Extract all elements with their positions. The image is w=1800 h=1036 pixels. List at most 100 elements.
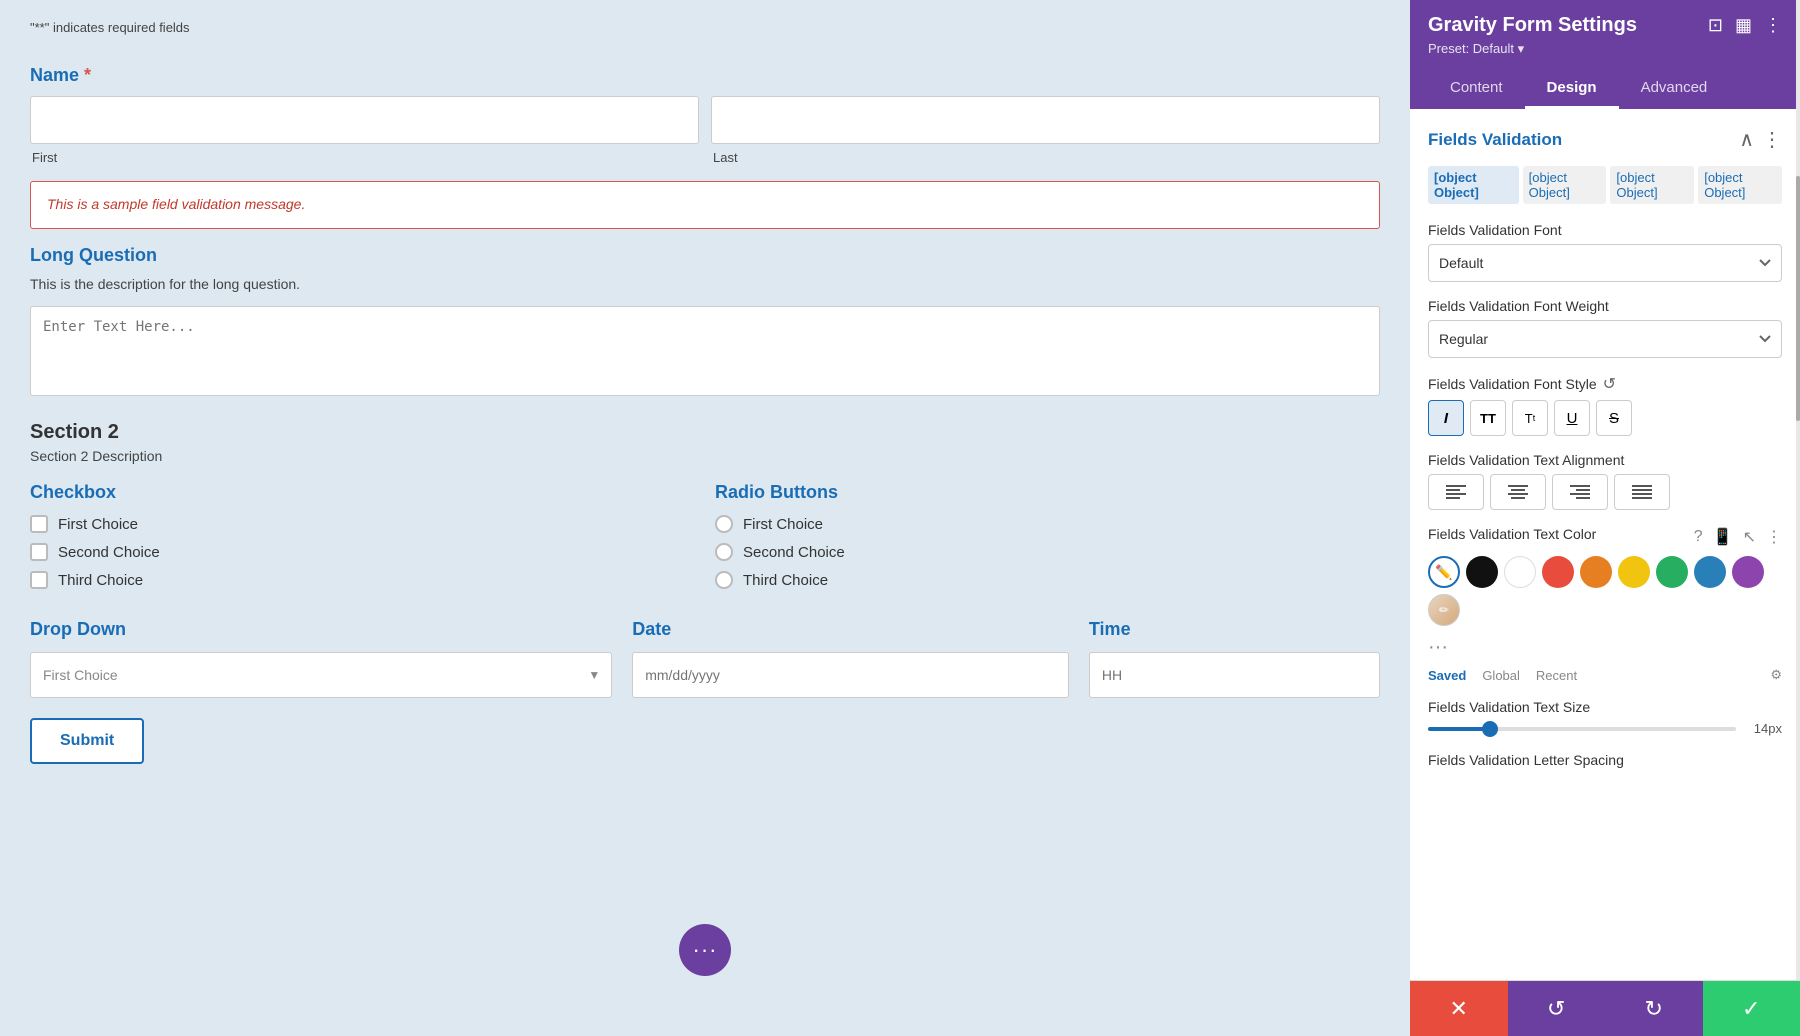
radio-item-2[interactable]: Second Choice: [715, 543, 1380, 561]
scrollbar-track: [1796, 0, 1800, 980]
text-size-slider-thumb[interactable]: [1482, 721, 1498, 737]
color-swatch-yellow[interactable]: [1618, 556, 1650, 588]
dropdown-label: Drop Down: [30, 619, 612, 640]
color-swatch-pencil[interactable]: ✏️: [1428, 556, 1460, 588]
strikethrough-btn[interactable]: S: [1596, 400, 1632, 436]
italic-btn[interactable]: I: [1428, 400, 1464, 436]
font-select[interactable]: Default Arial Georgia: [1428, 244, 1782, 282]
bottom-action-bar: ✕ ↺ ↻ ✓: [1410, 980, 1800, 1036]
first-name-input[interactable]: [30, 96, 699, 144]
panel-header-icons: ⊡ ▦ ⋮: [1708, 15, 1782, 36]
validation-message-text: This is a sample field validation messag…: [47, 196, 305, 212]
align-justify-btn[interactable]: [1614, 474, 1670, 510]
long-question-desc: This is the description for the long que…: [30, 276, 1380, 292]
name-inputs-row: [30, 96, 1380, 144]
panel-preset[interactable]: Preset: Default ▾: [1428, 41, 1782, 57]
color-swatch-white[interactable]: [1504, 556, 1536, 588]
cancel-button[interactable]: ✕: [1410, 981, 1508, 1036]
more-icon[interactable]: ⋮: [1764, 15, 1782, 36]
color-more-icon[interactable]: ⋮: [1766, 527, 1782, 547]
radio-group: Radio Buttons First Choice Second Choice…: [715, 482, 1380, 599]
radio-circle-3[interactable]: [715, 571, 733, 589]
fields-validation-section-row: Fields Validation ∧ ⋮: [1428, 127, 1782, 152]
save-button[interactable]: ✓: [1703, 981, 1800, 1036]
color-swatch-green[interactable]: [1656, 556, 1688, 588]
checkbox-item-2[interactable]: Second Choice: [30, 543, 695, 561]
capitalize-btn[interactable]: Tt: [1512, 400, 1548, 436]
name-sub-labels: First Last: [30, 150, 1380, 165]
tab-content[interactable]: Content: [1428, 69, 1525, 109]
color-swatch-black[interactable]: [1466, 556, 1498, 588]
text-alignment-label: Fields Validation Text Alignment: [1428, 452, 1782, 468]
layout-icon[interactable]: ▦: [1735, 15, 1752, 36]
checkbox-item-3[interactable]: Third Choice: [30, 571, 695, 589]
name-field-section: Name * First Last: [30, 51, 1380, 181]
time-input[interactable]: [1089, 652, 1380, 698]
long-question-label: Long Question: [30, 245, 1380, 266]
color-pointer-icon[interactable]: ↖: [1743, 527, 1756, 547]
panel-title: Gravity Form Settings: [1428, 14, 1637, 37]
section-more-icon[interactable]: ⋮: [1762, 127, 1782, 152]
underline-btn[interactable]: U: [1554, 400, 1590, 436]
text-alignment-setting: Fields Validation Text Alignment: [1428, 452, 1782, 510]
obj-tab-1[interactable]: [object Object]: [1428, 166, 1519, 204]
radio-item-1[interactable]: First Choice: [715, 515, 1380, 533]
color-more-dots[interactable]: ···: [1428, 636, 1448, 659]
obj-tab-3[interactable]: [object Object]: [1610, 166, 1694, 204]
collapse-icon[interactable]: ∧: [1739, 127, 1754, 152]
text-color-label: Fields Validation Text Color: [1428, 526, 1596, 542]
expand-icon[interactable]: ⊡: [1708, 15, 1723, 36]
checkbox-label: Checkbox: [30, 482, 695, 503]
checkbox-choice-3: Third Choice: [58, 572, 143, 589]
color-mobile-icon[interactable]: 📱: [1713, 527, 1733, 547]
align-left-btn[interactable]: [1428, 474, 1484, 510]
text-size-value: 14px: [1746, 721, 1782, 736]
checkbox-group: Checkbox First Choice Second Choice Thir…: [30, 482, 695, 599]
color-swatch-purple[interactable]: [1732, 556, 1764, 588]
radio-circle-2[interactable]: [715, 543, 733, 561]
settings-panel: Gravity Form Settings ⊡ ▦ ⋮ Preset: Defa…: [1410, 0, 1800, 1036]
checkbox-box-2[interactable]: [30, 543, 48, 561]
text-size-setting: Fields Validation Text Size 14px: [1428, 699, 1782, 736]
fab-button[interactable]: ···: [679, 924, 731, 976]
color-swatch-red[interactable]: [1542, 556, 1574, 588]
align-right-btn[interactable]: [1552, 474, 1608, 510]
color-swatch-blue[interactable]: [1694, 556, 1726, 588]
align-center-btn[interactable]: [1490, 474, 1546, 510]
panel-header: Gravity Form Settings ⊡ ▦ ⋮ Preset: Defa…: [1410, 0, 1800, 109]
name-field-label: Name *: [30, 65, 1380, 86]
dropdown-select[interactable]: First Choice Second Choice Third Choice: [30, 652, 612, 698]
date-group: Date: [632, 619, 1069, 698]
undo-button[interactable]: ↺: [1508, 981, 1606, 1036]
submit-button[interactable]: Submit: [30, 718, 144, 764]
uppercase-btn[interactable]: TT: [1470, 400, 1506, 436]
long-question-textarea[interactable]: [30, 306, 1380, 396]
saved-tab[interactable]: Saved: [1428, 668, 1466, 683]
object-tabs: [object Object] [object Object] [object …: [1428, 166, 1782, 204]
global-tab[interactable]: Global: [1482, 668, 1520, 683]
color-swatch-custom[interactable]: ✏: [1428, 594, 1460, 626]
scrollbar-thumb[interactable]: [1796, 176, 1800, 421]
color-swatches: ✏️ ✏: [1428, 556, 1782, 626]
obj-tab-4[interactable]: [object Object]: [1698, 166, 1782, 204]
radio-circle-1[interactable]: [715, 515, 733, 533]
color-help-icon[interactable]: ?: [1694, 528, 1703, 546]
checkbox-box-1[interactable]: [30, 515, 48, 533]
radio-item-3[interactable]: Third Choice: [715, 571, 1380, 589]
color-settings-icon[interactable]: ⚙: [1770, 667, 1782, 683]
tab-design[interactable]: Design: [1525, 69, 1619, 109]
obj-tab-2[interactable]: [object Object]: [1523, 166, 1607, 204]
tab-advanced[interactable]: Advanced: [1619, 69, 1730, 109]
section2-block: Section 2 Section 2 Description Checkbox…: [30, 421, 1380, 794]
font-weight-select[interactable]: Regular Bold Light: [1428, 320, 1782, 358]
panel-tabs: Content Design Advanced: [1428, 69, 1782, 109]
color-swatch-orange[interactable]: [1580, 556, 1612, 588]
dropdown-wrapper: First Choice Second Choice Third Choice …: [30, 652, 612, 698]
last-name-input[interactable]: [711, 96, 1380, 144]
font-style-reset-icon[interactable]: ↺: [1603, 374, 1616, 394]
checkbox-box-3[interactable]: [30, 571, 48, 589]
checkbox-item-1[interactable]: First Choice: [30, 515, 695, 533]
date-input[interactable]: [632, 652, 1069, 698]
recent-tab[interactable]: Recent: [1536, 668, 1577, 683]
redo-button[interactable]: ↻: [1605, 981, 1703, 1036]
